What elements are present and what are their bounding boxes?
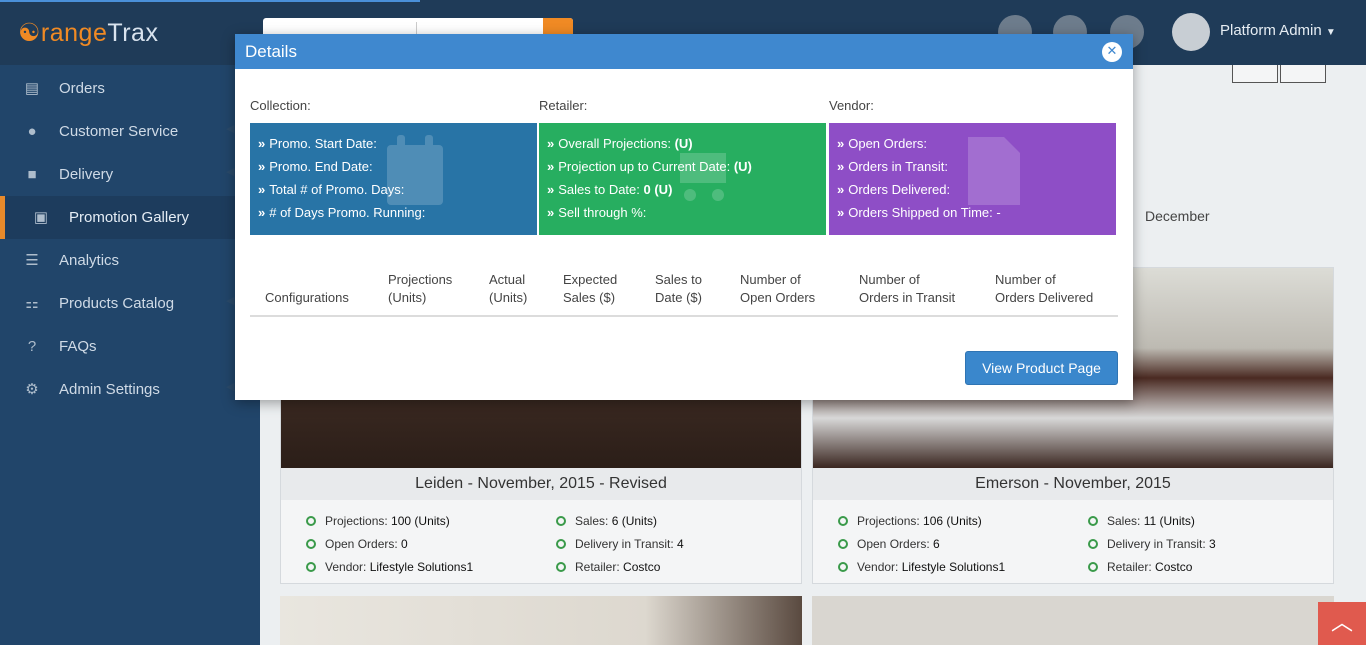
retailer-panel: » Overall Projections: (U) » Projection up… (539, 123, 826, 235)
header-sales-to-date[interactable]: Sales to Date ($) (655, 271, 702, 307)
header-orders-in-transit[interactable]: Number of Orders in Transit (859, 271, 955, 307)
circle-icon (556, 516, 566, 526)
retailer-label: Retailer: (539, 98, 588, 113)
circle-icon (838, 562, 848, 572)
loading-bar (0, 0, 420, 2)
circle-icon (306, 562, 316, 572)
collection-panel: » Promo. Start Date: » Promo. End Date: » T… (250, 123, 537, 235)
chevron-icon: ◀ (226, 295, 235, 307)
header-projections[interactable]: Projections (Units) (388, 271, 452, 307)
image-icon: ▣ (33, 209, 49, 226)
chevron-up-icon: ︿ (1330, 611, 1353, 636)
toolbar-button[interactable] (1280, 65, 1326, 83)
circle-icon (556, 562, 566, 572)
question-icon: ? (27, 338, 37, 355)
avatar[interactable] (1172, 13, 1210, 51)
modal-title: Details (245, 42, 297, 61)
circle-icon (306, 539, 316, 549)
sidebar-item-products-catalog[interactable]: ⚏ Products Catalog ◀ (0, 282, 260, 325)
sidebar-item-promotion-gallery[interactable]: ▣ Promotion Gallery (0, 196, 260, 239)
circle-icon (306, 516, 316, 526)
details-modal: Details ✕ Collection: Retailer: Vendor: … (235, 34, 1133, 400)
user-name: Platform Admin (1220, 22, 1322, 39)
view-product-page-button[interactable]: View Product Page (965, 351, 1118, 385)
app-logo[interactable]: ☯rangeTrax (18, 18, 158, 48)
sidebar-item-faqs[interactable]: ? FAQs (0, 325, 260, 368)
sidebar-item-analytics[interactable]: ☰ Analytics (0, 239, 260, 282)
header-configurations[interactable]: Configurations (265, 271, 349, 307)
vendor-panel: » Open Orders: » Orders in Transit: » Order… (829, 123, 1116, 235)
user-menu[interactable]: Platform Admin ▼ (1220, 22, 1336, 39)
card-title[interactable]: Emerson - November, 2015 (813, 468, 1333, 500)
gears-icon: ⚙ (25, 381, 39, 398)
sidebar: ▤ Orders ● Customer Service ◀ ■ Delivery… (0, 65, 260, 645)
circle-icon (1088, 562, 1098, 572)
header-actual[interactable]: Actual (Units) (489, 271, 527, 307)
sitemap-icon: ⚏ (25, 295, 39, 312)
circle-icon (838, 539, 848, 549)
document-icon: ▤ (24, 80, 40, 97)
collection-label: Collection: (250, 98, 311, 113)
sidebar-item-customer-service[interactable]: ● Customer Service ◀ (0, 110, 260, 153)
sidebar-item-orders[interactable]: ▤ Orders (0, 67, 260, 110)
close-icon[interactable]: ✕ (1102, 42, 1122, 62)
file-icon (968, 137, 1020, 205)
sidebar-item-delivery[interactable]: ■ Delivery ◀ (0, 153, 260, 196)
month-filter-december[interactable]: December (1145, 208, 1210, 224)
promotion-card[interactable] (812, 596, 1334, 645)
header-orders-delivered[interactable]: Number of Orders Delivered (995, 271, 1093, 307)
header-expected-sales[interactable]: Expected Sales ($) (563, 271, 617, 307)
sidebar-item-admin-settings[interactable]: ⚙ Admin Settings ◀ (0, 368, 260, 411)
chevron-icon: ◀ (226, 123, 235, 135)
caret-down-icon: ▼ (1325, 27, 1336, 38)
toolbar-button[interactable] (1232, 65, 1278, 83)
truck-icon: ■ (27, 166, 37, 183)
circle-icon (556, 539, 566, 549)
promotion-card[interactable] (280, 596, 802, 645)
modal-header: Details ✕ (235, 34, 1133, 69)
table-divider (250, 315, 1118, 317)
users-icon: ● (27, 123, 37, 140)
chevron-icon: ◀ (226, 381, 235, 393)
circle-icon (838, 516, 848, 526)
vendor-label: Vendor: (829, 98, 874, 113)
list-icon: ☰ (25, 252, 39, 269)
circle-icon (1088, 539, 1098, 549)
circle-icon (1088, 516, 1098, 526)
card-title[interactable]: Leiden - November, 2015 - Revised (281, 468, 801, 500)
header-open-orders[interactable]: Number of Open Orders (740, 271, 815, 307)
chevron-icon: ◀ (226, 166, 235, 178)
scroll-top-button[interactable]: ︿ (1318, 602, 1366, 645)
